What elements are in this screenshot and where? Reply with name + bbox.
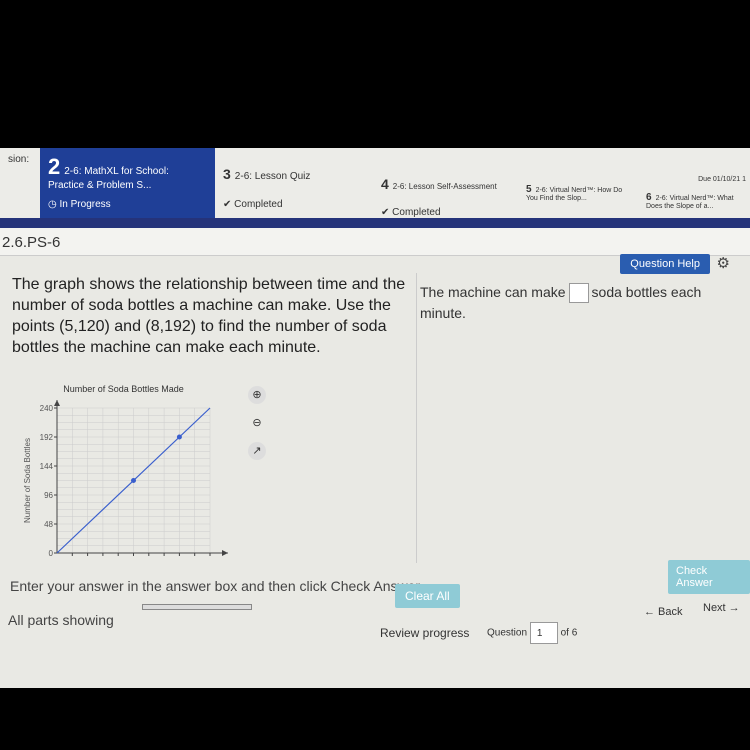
tab-label: 2-6: Lesson Self-Assessment (392, 182, 497, 191)
tab-number: 3 (223, 166, 231, 182)
y-tick-label: 192 (40, 433, 54, 442)
tab-2[interactable]: 2 2-6: MathXL for School: Practice & Prob… (40, 148, 215, 218)
y-tick-label: 240 (40, 404, 54, 413)
check-answer-button[interactable]: Check Answer (668, 560, 750, 594)
tab-status: Completed (392, 207, 441, 218)
external-link-icon[interactable]: ↗ (248, 442, 266, 460)
tab-3[interactable]: 3 2-6: Lesson Quiz ✔ Completed (215, 148, 373, 218)
clock-icon: ◷ (48, 199, 60, 210)
y-axis-label: Number of Soda Bottles (23, 438, 32, 523)
header-band (0, 218, 750, 228)
data-point (131, 478, 136, 483)
tab-5[interactable]: 5 2-6: Virtual Nerd™: How Do You Find the… (518, 148, 638, 218)
check-icon: ✔ (381, 207, 393, 218)
tab-label: 2-6: Lesson Quiz (234, 171, 311, 182)
y-tick-label: 96 (44, 491, 53, 500)
check-icon: ✔ (223, 199, 235, 210)
y-axis-arrow (54, 400, 60, 406)
instruction-text: Enter your answer in the answer box and … (10, 578, 424, 594)
next-button[interactable]: Next → (703, 602, 740, 614)
data-point (176, 434, 182, 440)
tab-label: sion: (8, 154, 30, 165)
review-progress-link[interactable]: Review progress (380, 626, 469, 640)
tab-status: Completed (234, 199, 283, 210)
chart-title: Number of Soda Bottles Made (63, 384, 184, 394)
tab-number: 4 (381, 176, 389, 192)
zoom-out-icon[interactable]: ⊖ (248, 414, 266, 432)
tab-label: 2-6: Virtual Nerd™: How Do You Find the … (526, 187, 623, 202)
back-button[interactable]: ← Back (644, 606, 683, 618)
divider (416, 273, 417, 563)
tab-label: 2-6: Virtual Nerd™: What Does the Slope … (646, 195, 734, 210)
mathxl-screen: sion: 2 2-6: MathXL for School: Practice … (0, 148, 750, 688)
question-label: Question (487, 627, 528, 639)
gear-icon[interactable]: ⚙ (717, 254, 730, 272)
tab-status: In Progress (59, 199, 111, 210)
answer-input[interactable] (568, 283, 589, 304)
question-text: The graph shows the relationship between… (12, 276, 406, 356)
question-navigator: Question 1 of 6 (487, 622, 577, 644)
question-help-button[interactable]: Question Help (620, 254, 710, 274)
question-id: 2.6.PS-6 (0, 228, 750, 256)
tab-6[interactable]: Due 01/10/21 1 6 2-6: Virtual Nerd™: What… (638, 148, 748, 218)
question-number-input[interactable]: 1 (529, 622, 558, 644)
tab-number: 2 (48, 154, 61, 179)
chart-svg: Number of Soda Bottles Made 0 48 96 144 192 24… (23, 384, 228, 558)
x-axis-arrow (222, 550, 228, 556)
answer-prefix: The machine can make (420, 284, 566, 300)
zoom-in-icon[interactable]: ⊕ (248, 386, 266, 404)
y-tick-label: 0 (49, 549, 54, 558)
tab-number: 5 (526, 184, 532, 195)
all-parts-label: All parts showing (8, 612, 114, 628)
graph: Number of Soda Bottles Made 0 48 96 144 192 24… (20, 380, 266, 570)
tab-4[interactable]: 4 2-6: Lesson Self-Assessment ✔ Completed (373, 148, 518, 218)
answer-area: The machine can make soda bottles each mi… (420, 282, 720, 323)
progress-bar (142, 604, 252, 610)
y-tick-label: 48 (44, 520, 53, 529)
tab-number: 6 (646, 192, 652, 203)
assignment-tabs: sion: 2 2-6: MathXL for School: Practice … (0, 148, 750, 218)
clear-all-button[interactable]: Clear All (395, 584, 460, 608)
tab-1[interactable]: sion: (0, 148, 40, 218)
question-total: of 6 (560, 627, 578, 639)
tab-label: 2-6: MathXL for School: Practice & Probl… (48, 166, 169, 191)
due-date: Due 01/10/21 1 (698, 176, 746, 183)
y-tick-label: 144 (40, 462, 54, 471)
